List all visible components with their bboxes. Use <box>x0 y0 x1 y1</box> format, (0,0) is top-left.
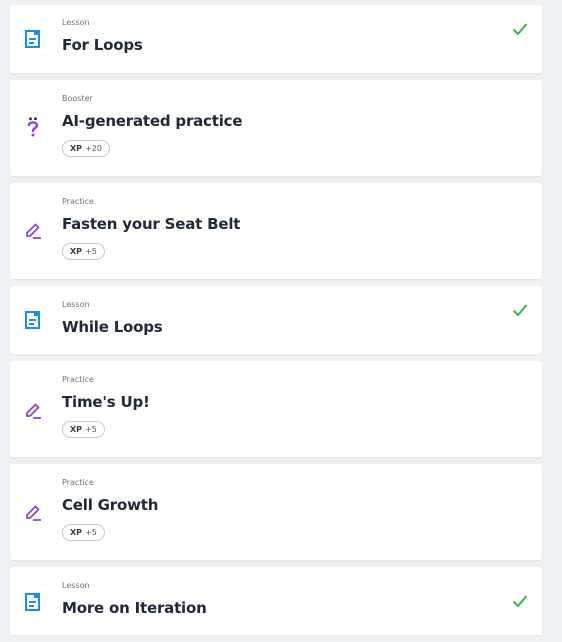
pencil-icon <box>24 401 42 419</box>
item-kind-label: Practice <box>62 478 94 487</box>
item-kind-label: Lesson <box>62 300 90 309</box>
xp-label: XP <box>70 144 83 153</box>
list-item-ai-generated-practice[interactable]: Booster AI-generated practice XP +20 <box>10 80 542 176</box>
lesson-doc-icon <box>24 593 42 611</box>
item-kind-label: Booster <box>62 94 93 103</box>
item-title: Time's Up! <box>62 393 150 411</box>
item-kind-label: Lesson <box>62 18 90 27</box>
item-title: While Loops <box>62 318 163 336</box>
xp-badge: XP +5 <box>62 421 105 438</box>
xp-label: XP <box>70 247 83 256</box>
checkmark-icon <box>512 21 528 36</box>
xp-value: +5 <box>85 247 97 256</box>
pencil-icon <box>24 221 42 239</box>
list-item-more-on-iteration[interactable]: Lesson More on Iteration <box>10 567 542 635</box>
item-kind-label: Lesson <box>62 581 90 590</box>
xp-value: +20 <box>85 144 102 153</box>
checkmark-icon <box>512 593 528 608</box>
list-item-fasten-your-seat-belt[interactable]: Practice Fasten your Seat Belt XP +5 <box>10 183 542 279</box>
xp-value: +5 <box>85 528 97 537</box>
item-kind-label: Practice <box>62 197 94 206</box>
xp-badge: XP +20 <box>62 140 110 157</box>
item-title: For Loops <box>62 36 143 54</box>
lesson-list: Lesson For Loops Booster AI-generated pr… <box>0 0 562 642</box>
item-title: Fasten your Seat Belt <box>62 215 241 233</box>
question-icon <box>24 117 42 137</box>
xp-badge: XP +5 <box>62 524 105 541</box>
list-item-for-loops[interactable]: Lesson For Loops <box>10 5 542 73</box>
xp-label: XP <box>70 425 83 434</box>
item-title: Cell Growth <box>62 496 159 514</box>
pencil-icon <box>24 503 42 521</box>
list-item-cell-growth[interactable]: Practice Cell Growth XP +5 <box>10 464 542 560</box>
item-title: AI-generated practice <box>62 112 243 130</box>
xp-badge: XP +5 <box>62 243 105 260</box>
checkmark-icon <box>512 302 528 317</box>
lesson-doc-icon <box>24 311 42 329</box>
list-item-while-loops[interactable]: Lesson While Loops <box>10 286 542 354</box>
item-title: More on Iteration <box>62 599 207 617</box>
item-kind-label: Practice <box>62 375 94 384</box>
xp-label: XP <box>70 528 83 537</box>
lesson-doc-icon <box>24 30 42 48</box>
xp-value: +5 <box>85 425 97 434</box>
list-item-times-up[interactable]: Practice Time's Up! XP +5 <box>10 361 542 457</box>
